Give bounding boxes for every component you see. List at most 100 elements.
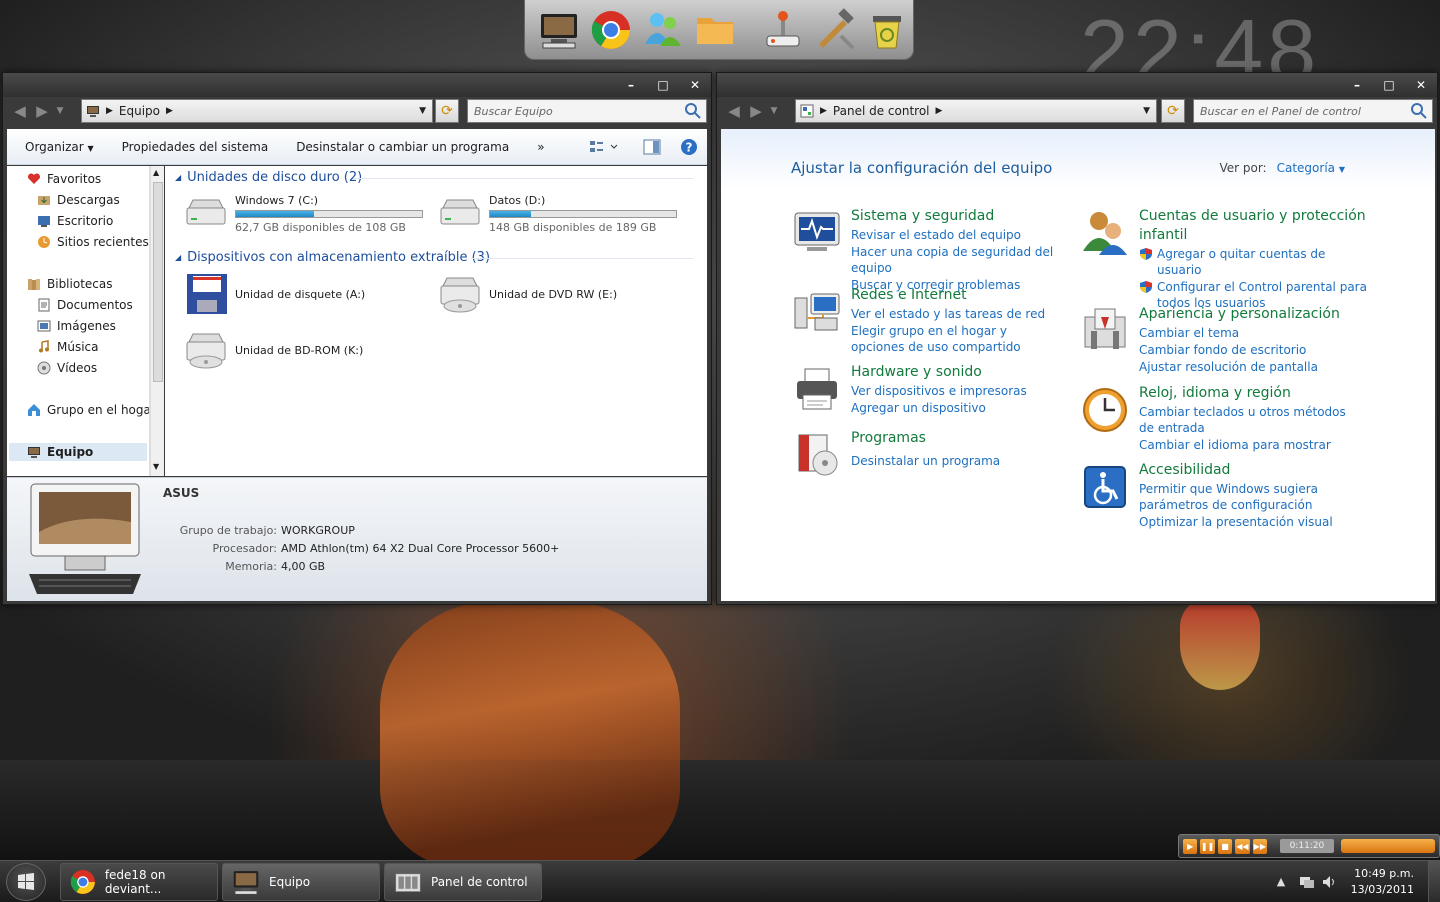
scroll-up-arrow-icon[interactable]: ▲ [153, 168, 159, 177]
category-link[interactable]: Cambiar fondo de escritorio [1139, 342, 1379, 358]
nav-computer[interactable]: Equipo [9, 443, 147, 461]
drive-e[interactable]: Unidad de DVD RW (E:) [437, 274, 617, 314]
category-title[interactable]: Apariencia y personalización [1139, 305, 1379, 324]
address-dropdown-icon[interactable]: ▼ [1143, 106, 1150, 116]
drive-c[interactable]: Windows 7 (C:) 62,7 GB disponibles de 10… [183, 194, 423, 234]
forward-arrow-icon[interactable]: ▶ [31, 100, 53, 122]
category-link[interactable]: Ver el estado y las tareas de red [851, 306, 1063, 322]
back-arrow-icon[interactable]: ◀ [9, 100, 31, 122]
category-title[interactable]: Programas [851, 429, 1091, 448]
search-icon[interactable] [684, 102, 702, 120]
category-link[interactable]: Hacer una copia de seguridad del equipo [851, 244, 1091, 276]
search-input[interactable]: Buscar Equipo [467, 99, 707, 123]
refresh-button[interactable]: ⟳ [435, 99, 459, 123]
category-link[interactable]: Agregar un dispositivo [851, 400, 1091, 416]
hdd-group-header[interactable]: ◢ Unidades de disco duro (2) [175, 170, 362, 185]
uninstall-program-button[interactable]: Desinstalar o cambiar un programa [296, 140, 509, 154]
maximize-button[interactable]: □ [1381, 77, 1397, 93]
stop-icon[interactable]: ■ [1217, 838, 1233, 854]
nav-recent-places[interactable]: Sitios recientes [37, 233, 149, 251]
organize-button[interactable]: Organizar ▼ [25, 140, 94, 154]
refresh-button[interactable]: ⟳ [1161, 99, 1185, 123]
network-tray-icon[interactable] [1298, 873, 1316, 891]
nav-scrollbar[interactable]: ▲ ▼ [150, 166, 164, 476]
recycle-bin-icon[interactable] [865, 8, 909, 52]
nav-documents[interactable]: Documentos [37, 296, 133, 314]
minimize-button[interactable]: – [1349, 77, 1365, 93]
joystick-icon[interactable] [761, 8, 805, 52]
volume-icon[interactable] [1320, 873, 1338, 891]
category-title[interactable]: Sistema y seguridad [851, 207, 1091, 226]
category-link[interactable]: Optimizar la presentación visual [1139, 514, 1339, 530]
scroll-down-arrow-icon[interactable]: ▼ [153, 462, 159, 471]
breadcrumb-equipo[interactable]: Equipo [119, 104, 160, 118]
minimize-button[interactable]: – [623, 77, 639, 93]
view-by-dropdown[interactable]: Categoría ▼ [1277, 161, 1345, 175]
messenger-icon[interactable] [641, 8, 685, 52]
tray-clock[interactable]: 10:49 p.m. 13/03/2011 [1351, 866, 1414, 898]
maximize-button[interactable]: □ [655, 77, 671, 93]
nav-favorites[interactable]: Favoritos [27, 170, 101, 188]
breadcrumb-control-panel[interactable]: Panel de control [833, 104, 930, 118]
category-title[interactable]: Accesibilidad [1139, 461, 1339, 480]
nav-music[interactable]: Música [37, 338, 99, 356]
control-panel-titlebar[interactable]: – □ ✕ [717, 73, 1437, 97]
search-icon[interactable] [1410, 102, 1428, 120]
play-icon[interactable]: ▶ [1183, 838, 1198, 854]
search-input[interactable]: Buscar en el Panel de control [1193, 99, 1433, 123]
close-button[interactable]: ✕ [687, 77, 703, 93]
category-link[interactable]: Permitir que Windows sugiera parámetros … [1139, 481, 1339, 513]
drive-d[interactable]: Datos (D:) 148 GB disponibles de 189 GB [437, 194, 677, 234]
computer-icon[interactable] [537, 8, 581, 52]
folder-icon[interactable] [693, 8, 737, 52]
chrome-icon[interactable] [589, 8, 633, 52]
taskbar-item-control-panel[interactable]: Panel de control [384, 863, 542, 901]
address-field[interactable]: ▶ Equipo ▶ ▼ [81, 99, 433, 123]
removable-group-header[interactable]: ◢ Dispositivos con almacenamiento extraí… [175, 250, 490, 265]
category-link[interactable]: Cambiar el idioma para mostrar [1139, 437, 1359, 453]
recent-pages-chevron-icon[interactable]: ▼ [53, 100, 67, 122]
media-volume-bar[interactable] [1340, 839, 1435, 853]
more-commands-button[interactable]: » [537, 140, 544, 154]
forward-arrow-icon[interactable]: ▶ [745, 100, 767, 122]
start-button[interactable] [6, 863, 46, 901]
category-link[interactable]: Desinstalar un programa [851, 453, 1091, 469]
nav-libraries[interactable]: Bibliotecas [27, 275, 112, 293]
nav-downloads[interactable]: Descargas [37, 191, 120, 209]
category-link[interactable]: Cambiar teclados u otros métodos de entr… [1139, 404, 1359, 436]
category-link[interactable]: Ajustar resolución de pantalla [1139, 359, 1379, 375]
category-title[interactable]: Hardware y sonido [851, 363, 1091, 382]
nav-images[interactable]: Imágenes [37, 317, 116, 335]
category-link[interactable]: Agregar o quitar cuentas de usuario [1139, 246, 1369, 278]
address-field[interactable]: ▶ Panel de control ▶ ▼ [795, 99, 1157, 123]
nav-homegroup[interactable]: Grupo en el hogar [27, 401, 149, 419]
help-icon[interactable]: ? [679, 137, 699, 160]
address-dropdown-icon[interactable]: ▼ [419, 106, 426, 116]
system-properties-button[interactable]: Propiedades del sistema [122, 140, 269, 154]
preview-pane-icon[interactable] [643, 138, 661, 159]
drive-k[interactable]: Unidad de BD-ROM (K:) [183, 330, 363, 370]
drive-a[interactable]: Unidad de disquete (A:) [183, 274, 365, 314]
category-title[interactable]: Reloj, idioma y región [1139, 384, 1359, 403]
nav-videos[interactable]: Vídeos [37, 359, 97, 377]
category-title[interactable]: Cuentas de usuario y protección infantil [1139, 207, 1369, 245]
taskbar-item-chrome[interactable]: fede18 on deviant... [60, 863, 218, 901]
taskbar-item-computer[interactable]: Equipo [222, 863, 380, 901]
show-desktop-button[interactable] [1428, 861, 1440, 902]
previous-icon[interactable]: ◀◀ [1235, 838, 1250, 854]
tools-icon[interactable] [813, 7, 857, 52]
close-button[interactable]: ✕ [1413, 77, 1429, 93]
category-link[interactable]: Ver dispositivos e impresoras [851, 383, 1091, 399]
category-link[interactable]: Elegir grupo en el hogar y opciones de u… [851, 323, 1063, 355]
back-arrow-icon[interactable]: ◀ [723, 100, 745, 122]
scroll-thumb[interactable] [153, 182, 163, 382]
view-options-icon[interactable] [589, 139, 619, 158]
category-link[interactable]: Cambiar el tema [1139, 325, 1379, 341]
show-hidden-icons-icon[interactable]: ▲ [1272, 873, 1290, 891]
category-title[interactable]: Redes e Internet [851, 286, 1063, 305]
next-icon[interactable]: ▶▶ [1252, 838, 1268, 854]
recent-pages-chevron-icon[interactable]: ▼ [767, 100, 781, 122]
category-link[interactable]: Revisar el estado del equipo [851, 227, 1091, 243]
pause-icon[interactable]: ❚❚ [1200, 838, 1215, 854]
computer-window-titlebar[interactable]: – □ ✕ [3, 73, 711, 97]
